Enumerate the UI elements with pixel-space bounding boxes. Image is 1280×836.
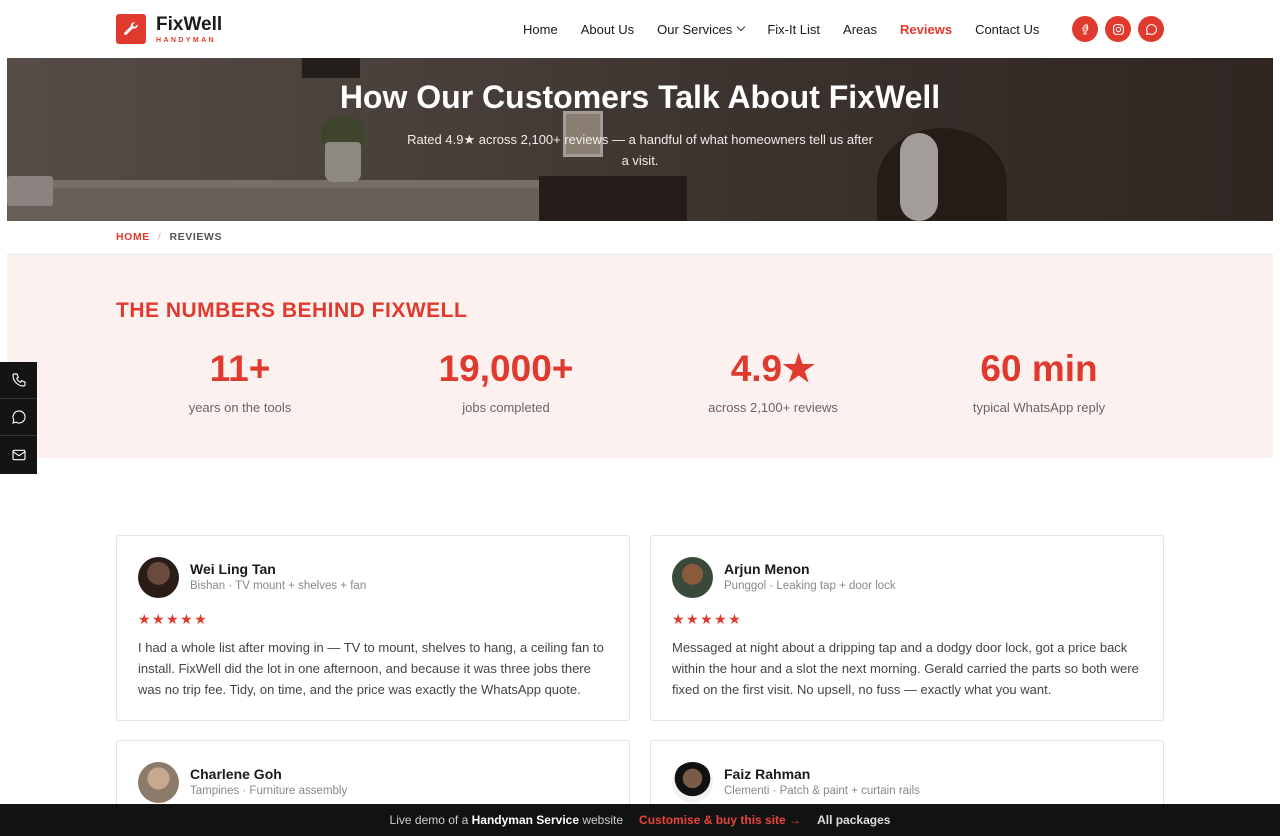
avatar: [672, 557, 713, 598]
nav-reviews[interactable]: Reviews: [900, 22, 952, 37]
demo-prefix: Live demo of a: [389, 813, 469, 827]
nav-areas[interactable]: Areas: [843, 22, 877, 37]
facebook-icon[interactable]: [1072, 16, 1098, 42]
review-card: Arjun Menon Punggol · Leaking tap + door…: [650, 535, 1164, 721]
breadcrumb: HOME / REVIEWS: [116, 231, 222, 243]
hero-subtitle: Rated 4.9★ across 2,100+ reviews — a han…: [407, 132, 873, 168]
nav-services[interactable]: Our Services: [657, 21, 746, 37]
customise-buy-link[interactable]: Customise & buy this site →: [639, 813, 801, 827]
review-text: I had a whole list after moving in — TV …: [138, 640, 604, 697]
review-text: Messaged at night about a dripping tap a…: [672, 640, 1139, 697]
nav-fixit-list[interactable]: Fix-It List: [767, 22, 820, 37]
reviewer-name: Arjun Menon: [724, 561, 810, 577]
mail-icon[interactable]: [0, 436, 37, 473]
stats-title: THE NUMBERS BEHIND FIXWELL: [116, 299, 468, 322]
chevron-down-icon: [737, 22, 746, 32]
all-packages-link[interactable]: All packages: [817, 813, 890, 827]
nav-contact[interactable]: Contact Us: [975, 22, 1039, 37]
wrench-icon: [116, 14, 146, 44]
reviewer-name: Wei Ling Tan: [190, 561, 276, 577]
side-contact-bar: [0, 362, 37, 474]
nav-about[interactable]: About Us: [581, 22, 634, 37]
reviewer-meta: Clementi · Patch & paint + curtain rails: [724, 785, 920, 797]
stat-value: 19,000+: [438, 348, 574, 389]
reviewer-meta: Tampines · Furniture assembly: [190, 785, 348, 797]
reviewer-meta: Punggol · Leaking tap + door lock: [724, 580, 896, 592]
demo-bar: Live demo of a Handyman Service website …: [0, 804, 1280, 836]
reviewer-meta: Bishan · TV mount + shelves + fan: [190, 580, 367, 592]
breadcrumb-current: REVIEWS: [169, 231, 223, 243]
stat-value: 60 min: [980, 348, 1098, 389]
social-links: [1072, 16, 1164, 42]
stat-label: years on the tools: [188, 399, 292, 415]
stat-rating: 4.9★ across 2,100+ reviews: [643, 348, 903, 415]
avatar: [138, 762, 179, 803]
rating-stars: ★★★★★: [138, 611, 209, 627]
demo-suffix: website: [582, 813, 624, 827]
instagram-icon[interactable]: [1105, 16, 1131, 42]
brand-name: FixWell: [156, 13, 223, 35]
phone-icon[interactable]: [0, 362, 37, 399]
avatar: [138, 557, 179, 598]
main-nav: Home About Us Our Services Fix-It List A…: [523, 0, 1062, 58]
chat-icon[interactable]: [0, 399, 37, 436]
stats-section: THE NUMBERS BEHIND FIXWELL 11+ years on …: [7, 255, 1273, 458]
whatsapp-icon[interactable]: [1138, 16, 1164, 42]
stat-years: 11+ years on the tools: [110, 348, 370, 415]
brand-logo[interactable]: FixWell HANDYMAN: [116, 14, 222, 44]
stat-label: jobs completed: [462, 399, 550, 415]
rating-stars: ★★★★★: [672, 611, 743, 627]
reviewer-name: Charlene Goh: [190, 766, 282, 782]
breadcrumb-home[interactable]: HOME: [116, 231, 150, 243]
stat-value: 4.9★: [730, 348, 816, 389]
nav-home[interactable]: Home: [523, 22, 558, 37]
stat-jobs: 19,000+ jobs completed: [376, 348, 636, 415]
stat-value: 11+: [209, 348, 271, 389]
reviewer-name: Faiz Rahman: [724, 766, 811, 782]
stat-label: typical WhatsApp reply: [972, 399, 1106, 415]
brand-tagline: HANDYMAN: [156, 36, 217, 44]
review-card: Wei Ling Tan Bishan · TV mount + shelves…: [116, 535, 630, 721]
demo-product: Handyman Service: [471, 813, 579, 827]
hero-banner: How Our Customers Talk About FixWell Rat…: [7, 58, 1273, 221]
nav-services-label: Our Services: [657, 21, 733, 37]
site-header: FixWell HANDYMAN Home About Us Our Servi…: [7, 0, 1273, 58]
breadcrumb-separator: /: [157, 231, 162, 243]
avatar: [672, 762, 713, 803]
stat-reply-time: 60 min typical WhatsApp reply: [909, 348, 1169, 415]
stat-label: across 2,100+ reviews: [708, 399, 838, 415]
page-title: How Our Customers Talk About FixWell: [339, 79, 941, 115]
